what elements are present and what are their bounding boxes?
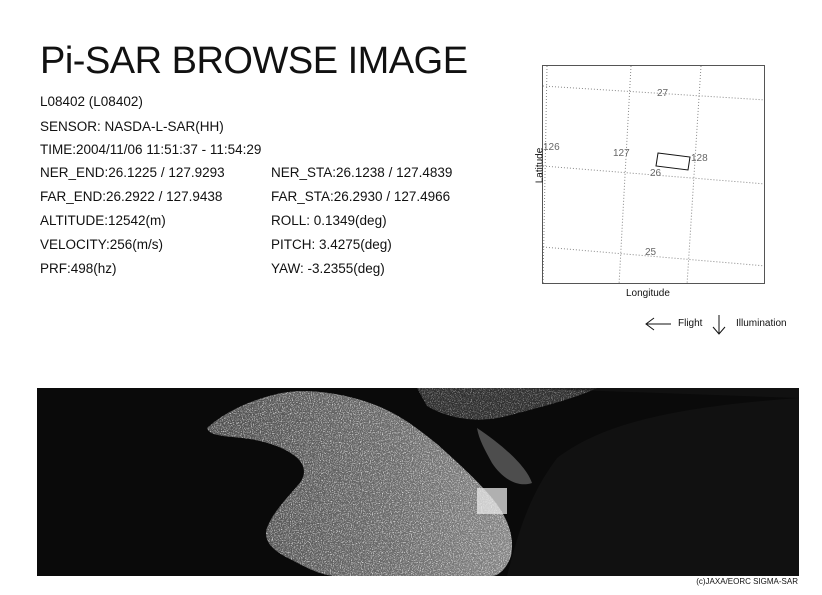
lat-label-27: 27 (657, 88, 669, 99)
bright-urban-patch (477, 488, 507, 514)
credit-text: (c)JAXA/EORC SIGMA-SAR (696, 577, 798, 586)
time-line: TIME:2004/11/06 11:51:37 - 11:54:29 (40, 142, 262, 157)
map-y-axis-label: Latitude (534, 147, 546, 184)
illumination-arrow-icon (712, 315, 726, 335)
param-ner-sta: NER_STA:26.1238 / 127.4839 (271, 165, 453, 180)
lon-label-127: 127 (613, 148, 630, 159)
page-title: Pi-SAR BROWSE IMAGE (40, 40, 468, 82)
param-far-end: FAR_END:26.2922 / 127.9438 (40, 189, 223, 204)
lat-label-25: 25 (645, 247, 657, 258)
illumination-label: Illumination (736, 318, 787, 329)
sar-image-render (37, 388, 799, 576)
lon-label-126: 126 (543, 142, 560, 153)
flight-label: Flight (678, 318, 703, 329)
sensor-line: SENSOR: NASDA-L-SAR(HH) (40, 119, 224, 134)
param-prf: PRF:498(hz) (40, 261, 117, 276)
lat-label-26: 26 (650, 168, 662, 179)
param-pitch: PITCH: 3.4275(deg) (271, 237, 392, 252)
lon-line-127 (618, 66, 632, 283)
param-velocity: VELOCITY:256(m/s) (40, 237, 164, 252)
lon-line-128 (686, 66, 702, 283)
flight-arrow-icon (645, 317, 671, 331)
lon-label-128: 128 (691, 153, 708, 164)
sar-browse-image (37, 388, 799, 576)
param-far-sta: FAR_STA:26.2930 / 127.4966 (271, 189, 451, 204)
param-ner-end: NER_END:26.1225 / 127.9293 (40, 165, 225, 180)
location-map: 27 26 25 126 127 128 (542, 65, 765, 284)
param-yaw: YAW: -3.2355(deg) (271, 261, 385, 276)
lat-line-27 (543, 85, 764, 101)
map-x-axis-label: Longitude (626, 288, 670, 299)
scene-id: L08402 (L08402) (40, 94, 143, 109)
param-altitude: ALTITUDE:12542(m) (40, 213, 166, 228)
param-roll: ROLL: 0.1349(deg) (271, 213, 387, 228)
